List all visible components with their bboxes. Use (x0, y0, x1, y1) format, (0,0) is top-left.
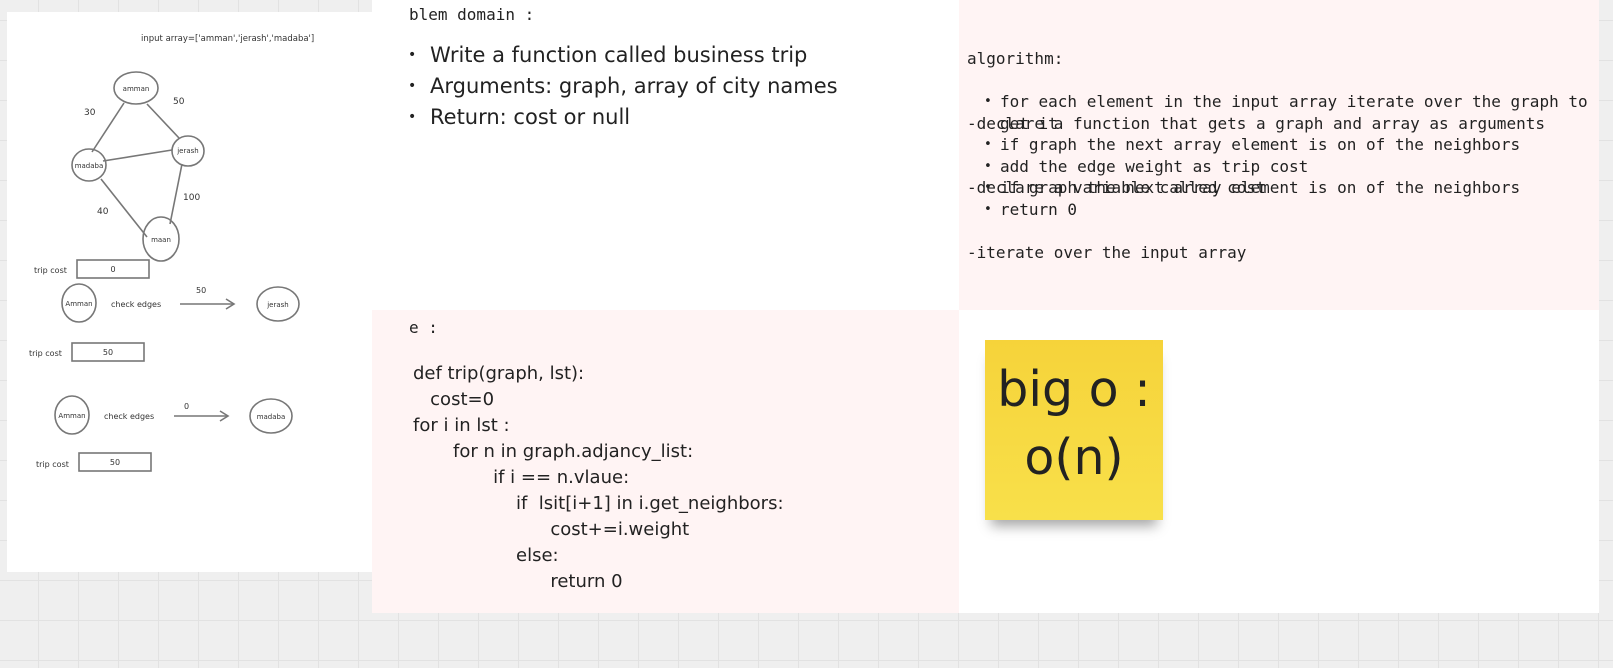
big-o-cell[interactable]: big o : o(n) (959, 310, 1599, 613)
code-line: if lsit[i+1] in i.get_neighbors: (413, 493, 784, 514)
big-o-sticky-note[interactable]: big o : o(n) (985, 340, 1163, 520)
edge-madaba-jerash (102, 149, 173, 162)
algorithm-bullet: add the edge weight as trip cost (984, 156, 1594, 178)
algorithm-line: -iterate over the input array (967, 242, 1247, 262)
trip-cost-label-2: trip cost (36, 460, 69, 469)
step1-from-label: Amman (65, 300, 92, 308)
algorithm-bullet: if graph the next array element is on of… (984, 177, 1594, 199)
algorithm-cell[interactable]: algorithm: -declare a function that gets… (959, 0, 1599, 310)
code-heading: e : (409, 318, 438, 337)
code-line: return 0 (413, 571, 623, 592)
problem-item: Arguments: graph, array of city names (408, 71, 838, 102)
edge-amman-jerash (146, 103, 180, 139)
weight-jerash-maan: 100 (183, 193, 200, 203)
whiteboard-sketch-image: input array=['amman','jerash','madaba'] … (7, 12, 409, 572)
step2-from-label: Amman (58, 412, 85, 420)
code-line: else: (413, 545, 559, 566)
label-madaba: madaba (75, 162, 104, 170)
label-jerash: jerash (176, 147, 199, 155)
big-o-value: o(n) (1024, 429, 1124, 486)
trip-cost-label-0: trip cost (34, 266, 67, 275)
code-line: cost+=i.weight (413, 519, 690, 540)
trip-cost-value-1: 50 (103, 348, 113, 357)
step1-to-label: jerash (266, 301, 289, 309)
step2-to-label: madaba (257, 413, 286, 421)
weight-madaba-maan: 40 (97, 207, 109, 217)
step1-check-edges-label: check edges (111, 300, 161, 309)
algorithm-heading: algorithm: (967, 49, 1064, 68)
problem-domain-heading: blem domain : (409, 5, 535, 24)
trip-cost-value-0: 0 (110, 265, 115, 274)
code-line: for n in graph.adjancy_list: (413, 441, 694, 462)
problem-domain-cell[interactable]: blem domain : Write a function called bu… (372, 0, 959, 310)
code-block: def trip(graph, lst): cost=0 for i in ls… (413, 361, 784, 595)
step2-check-edges-label: check edges (104, 412, 154, 421)
input-array-caption: input array=['amman','jerash','madaba'] (141, 34, 314, 44)
algorithm-bullets: for each element in the input array iter… (984, 91, 1594, 220)
step1-weight: 50 (196, 286, 206, 295)
code-cell[interactable]: e : def trip(graph, lst): cost=0 for i i… (372, 310, 959, 613)
problem-item: Write a function called business trip (408, 40, 838, 71)
algorithm-bullet: if graph the next array element is on of… (984, 134, 1594, 156)
algorithm-bullet: return 0 (984, 199, 1594, 221)
weight-amman-madaba: 30 (84, 108, 96, 118)
code-line: cost=0 (413, 389, 495, 410)
edge-amman-madaba (91, 102, 125, 153)
big-o-title: big o : (997, 361, 1151, 418)
problem-item: Return: cost or null (408, 102, 838, 133)
problem-domain-list: Write a function called business trip Ar… (408, 40, 838, 133)
trip-cost-label-1: trip cost (29, 349, 62, 358)
graph-sketch: input array=['amman','jerash','madaba'] … (29, 34, 314, 472)
label-amman: amman (123, 85, 150, 93)
edge-jerash-maan (169, 163, 183, 225)
code-line: def trip(graph, lst): (413, 363, 585, 384)
algorithm-bullet: for each element in the input array iter… (984, 91, 1594, 134)
step2-weight: 0 (184, 402, 189, 411)
code-line: for i in lst : (413, 415, 510, 436)
label-maan: maan (151, 236, 171, 244)
trip-cost-value-2: 50 (110, 458, 120, 467)
weight-amman-jerash: 50 (173, 97, 185, 107)
code-line: if i == n.vlaue: (413, 467, 630, 488)
